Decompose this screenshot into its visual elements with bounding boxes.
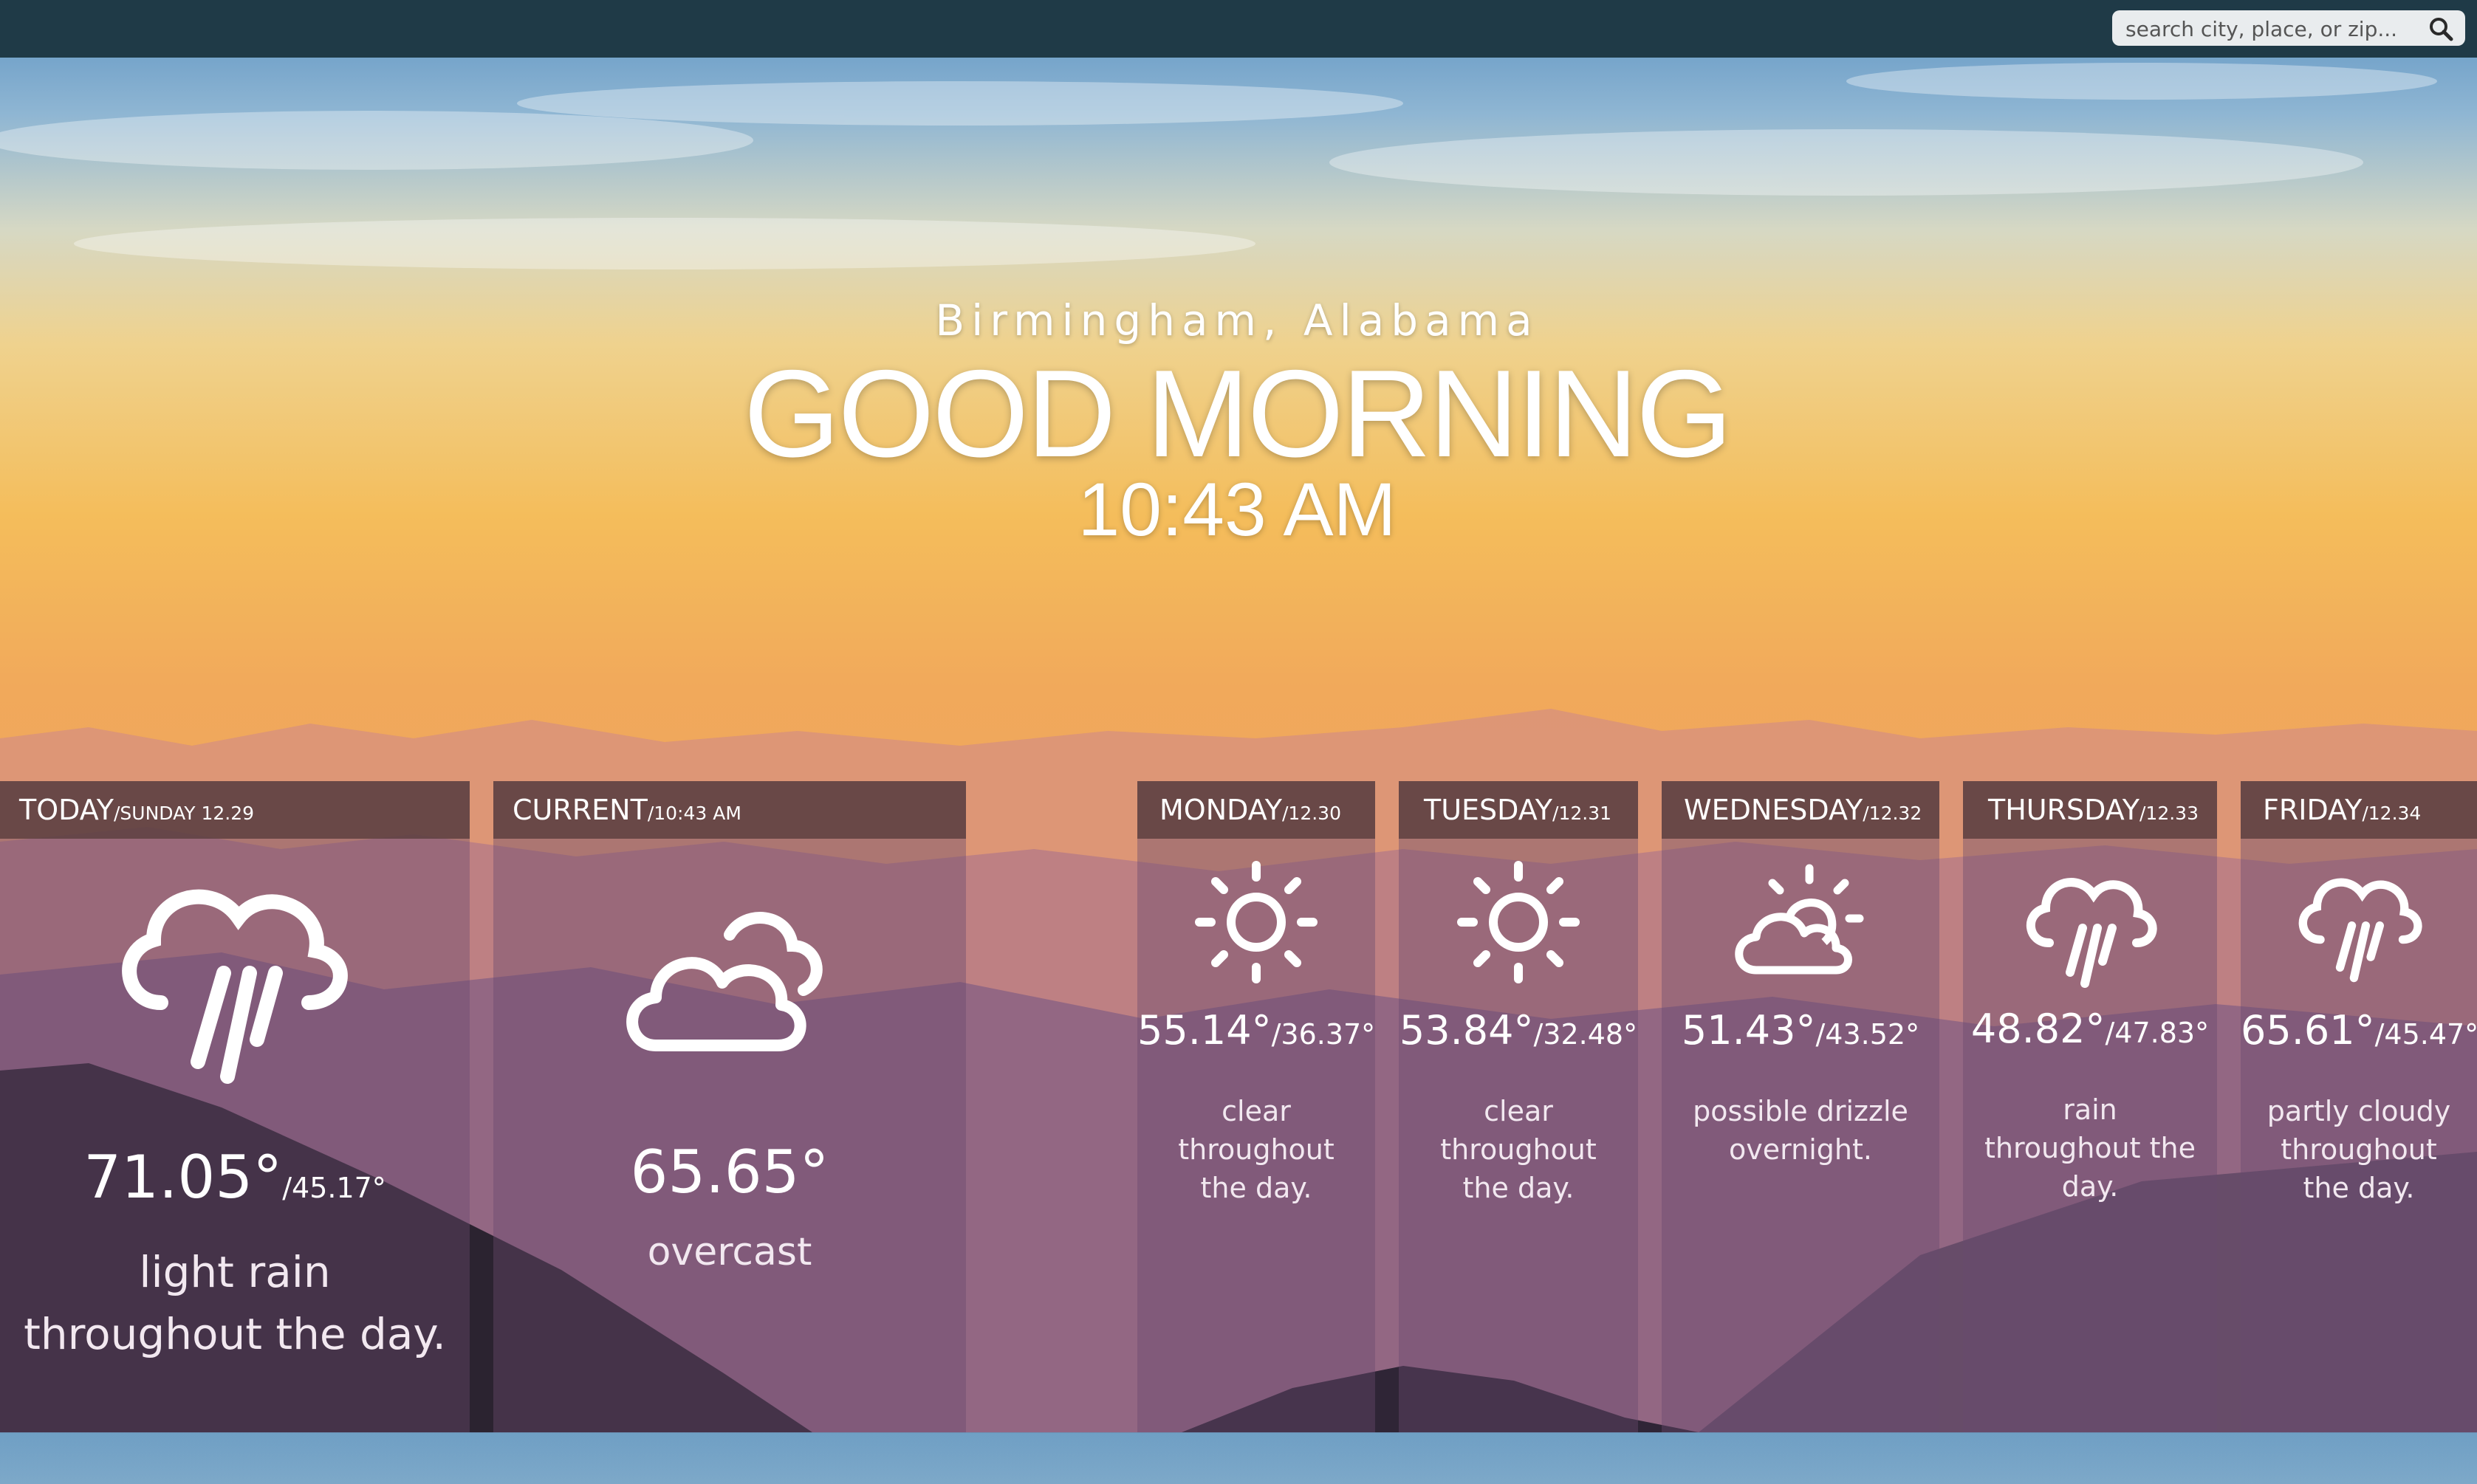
forecast-summary: clear throughout the day. (1440, 1095, 1597, 1204)
low-temp: /32.48° (1533, 1018, 1638, 1051)
sun-icon (1195, 861, 1318, 983)
card-date-label: /10:43 AM (647, 803, 741, 824)
forecast-card-friday: FRIDAY/12.34 65.61°/45.47° partly cloudy… (2241, 781, 2477, 1432)
forecast-temperature: 48.82°/47.83° (1963, 1006, 2217, 1052)
high-temp: 51.43° (1681, 1007, 1816, 1054)
today-summary: light rain throughout the day. (24, 1247, 446, 1359)
forecast-summary: possible drizzle overnight. (1693, 1095, 1908, 1166)
forecast-card-header: FRIDAY/12.34 (2241, 781, 2477, 839)
card-day-label: FRIDAY (2263, 794, 2363, 826)
current-card: CURRENT/10:43 AM 65.65° overcast (493, 781, 966, 1432)
today-temperature: 71.05°/45.17° (0, 1143, 470, 1212)
card-day-label: WEDNESDAY (1684, 794, 1863, 826)
forecast-card-monday: MONDAY/12.30 55.14°/36.37° clear through… (1137, 781, 1375, 1432)
current-temperature: 65.65° (630, 1138, 829, 1206)
forecast-temperature: 53.84°/32.48° (1399, 1007, 1638, 1054)
current-card-header: CURRENT/10:43 AM (493, 781, 966, 839)
forecast-card-thursday: THURSDAY/12.33 48.82°/47.83° rain throug… (1963, 781, 2217, 1432)
forecast-summary: clear throughout the day. (1178, 1095, 1335, 1204)
card-date-label: /12.33 (2139, 803, 2199, 824)
rain-icon (122, 889, 348, 1084)
rain-icon (2298, 878, 2422, 983)
card-date-label: /12.32 (1863, 803, 1922, 824)
card-day-label: TODAY (19, 794, 114, 826)
greeting-heading: GOOD MORNING (744, 344, 1733, 483)
current-time: 10:43 AM (1078, 467, 1397, 552)
top-bar (0, 0, 2477, 58)
card-day-label: THURSDAY (1988, 794, 2139, 826)
high-temp: 55.14° (1137, 1007, 1272, 1054)
card-day-label: MONDAY (1159, 794, 1282, 826)
card-day-label: CURRENT (513, 794, 648, 826)
today-card: TODAY/SUNDAY 12.29 71.05°/45.17° light r… (0, 781, 470, 1432)
rain-icon (2026, 878, 2157, 988)
search-box[interactable] (2112, 10, 2465, 46)
forecast-card-tuesday: TUESDAY/12.31 53.84°/32.48° clear throug… (1399, 781, 1638, 1432)
card-day-label: TUESDAY (1424, 794, 1553, 826)
high-temp: 65.61° (2241, 1007, 2375, 1054)
location-name: Birmingham, Alabama (935, 295, 1539, 346)
forecast-card-wednesday: WEDNESDAY/12.32 51.43°/43.52° possible d… (1662, 781, 1939, 1432)
partly-cloudy-icon (1735, 864, 1864, 975)
cloudy-icon (626, 912, 823, 1051)
forecast-summary: rain throughout the day. (1984, 1093, 2196, 1203)
low-temp: /45.17° (282, 1172, 386, 1204)
low-temp: /43.52° (1815, 1018, 1920, 1051)
forecast-temperature: 65.61°/45.47° (2241, 1007, 2477, 1054)
forecast-card-header: TUESDAY/12.31 (1399, 781, 1638, 839)
forecast-card-header: MONDAY/12.30 (1137, 781, 1375, 839)
card-date-label: /SUNDAY 12.29 (113, 803, 255, 824)
low-temp: /45.47° (2374, 1018, 2477, 1051)
low-temp: /47.83° (2105, 1017, 2210, 1049)
forecast-summary: partly cloudy throughout the day. (2267, 1095, 2451, 1204)
forecast-temperature: 55.14°/36.37° (1137, 1007, 1375, 1054)
card-date-label: /12.30 (1281, 803, 1341, 824)
forecast-card-header: WEDNESDAY/12.32 (1662, 781, 1939, 839)
card-date-label: /12.34 (2362, 803, 2422, 824)
low-temp: /36.37° (1271, 1018, 1376, 1051)
forecast-temperature: 51.43°/43.52° (1662, 1007, 1939, 1054)
sun-icon (1457, 861, 1580, 983)
card-date-label: /12.31 (1552, 803, 1612, 824)
high-temp: 71.05° (83, 1143, 283, 1212)
forecast-card-header: THURSDAY/12.33 (1963, 781, 2217, 839)
current-summary: overcast (647, 1230, 812, 1274)
high-temp: 48.82° (1970, 1006, 2106, 1052)
today-card-header: TODAY/SUNDAY 12.29 (0, 781, 470, 839)
search-icon[interactable] (2428, 16, 2453, 41)
search-input[interactable] (2124, 15, 2415, 43)
high-temp: 53.84° (1399, 1007, 1534, 1054)
